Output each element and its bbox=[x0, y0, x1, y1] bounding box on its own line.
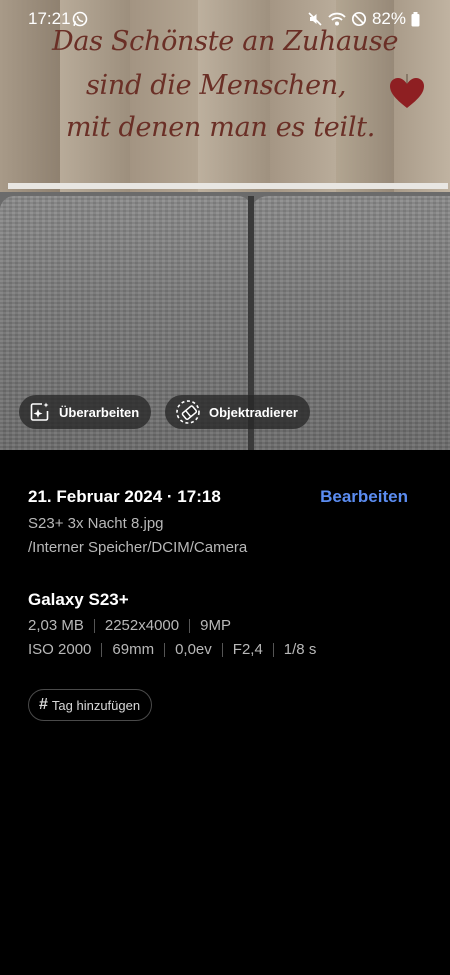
sparkle-frame-icon bbox=[30, 402, 49, 421]
remaster-label: Überarbeiten bbox=[59, 404, 140, 420]
mute-icon bbox=[308, 12, 322, 26]
object-eraser-button[interactable]: Objektradierer bbox=[165, 395, 310, 429]
whatsapp-icon bbox=[72, 11, 88, 27]
battery-icon bbox=[411, 11, 420, 26]
status-time: 17:21 bbox=[28, 9, 71, 28]
wifi-icon bbox=[328, 12, 346, 26]
resolution: 2252x4000 bbox=[104, 617, 180, 634]
sign-text-line: mit denen man es teilt. bbox=[66, 112, 375, 143]
hashtag-icon: # bbox=[39, 696, 48, 713]
add-tag-button[interactable]: # Tag hinzufügen bbox=[28, 689, 153, 721]
status-bar: 17:21 82% bbox=[0, 0, 450, 36]
divider bbox=[272, 642, 274, 657]
do-not-disturb-icon bbox=[351, 11, 367, 27]
divider bbox=[189, 618, 191, 633]
sign-text-line: sind die Menschen, bbox=[86, 70, 347, 101]
battery-percentage: 82% bbox=[371, 9, 406, 28]
aperture: F2,4 bbox=[232, 641, 263, 658]
edit-details-button[interactable]: Bearbeiten bbox=[320, 487, 408, 507]
remaster-button[interactable]: Überarbeiten bbox=[19, 395, 152, 429]
file-specs-row: 2,03 MB 2252x4000 9MP bbox=[28, 617, 231, 634]
file-path: /Interner Speicher/DCIM/Camera bbox=[28, 539, 248, 556]
heart-decoration-icon bbox=[390, 74, 424, 108]
file-size: 2,03 MB bbox=[28, 617, 84, 634]
divider bbox=[101, 642, 103, 657]
camera-specs-row: ISO 2000 69mm 0,0ev F2,4 1/8 s bbox=[28, 641, 316, 658]
eraser-icon bbox=[176, 400, 200, 424]
divider bbox=[221, 642, 223, 657]
object-eraser-label: Objektradierer bbox=[209, 404, 298, 420]
file-name: S23+ 3x Nacht 8.jpg bbox=[28, 515, 164, 532]
add-tag-label: Tag hinzufügen bbox=[51, 697, 141, 713]
divider bbox=[93, 618, 95, 633]
shutter-speed: 1/8 s bbox=[283, 641, 317, 658]
iso-value: ISO 2000 bbox=[28, 641, 92, 658]
exposure-value: 0,0ev bbox=[175, 641, 212, 658]
photo-preview[interactable]: Das Schönste an Zuhause sind die Mensche… bbox=[0, 0, 450, 450]
focal-length: 69mm bbox=[112, 641, 155, 658]
sign-frame-edge bbox=[8, 183, 448, 189]
device-name: Galaxy S23+ bbox=[28, 590, 129, 609]
megapixels: 9MP bbox=[200, 617, 231, 634]
divider bbox=[164, 642, 166, 657]
photo-date-time: 21. Februar 2024 · 17:18 bbox=[28, 487, 221, 506]
